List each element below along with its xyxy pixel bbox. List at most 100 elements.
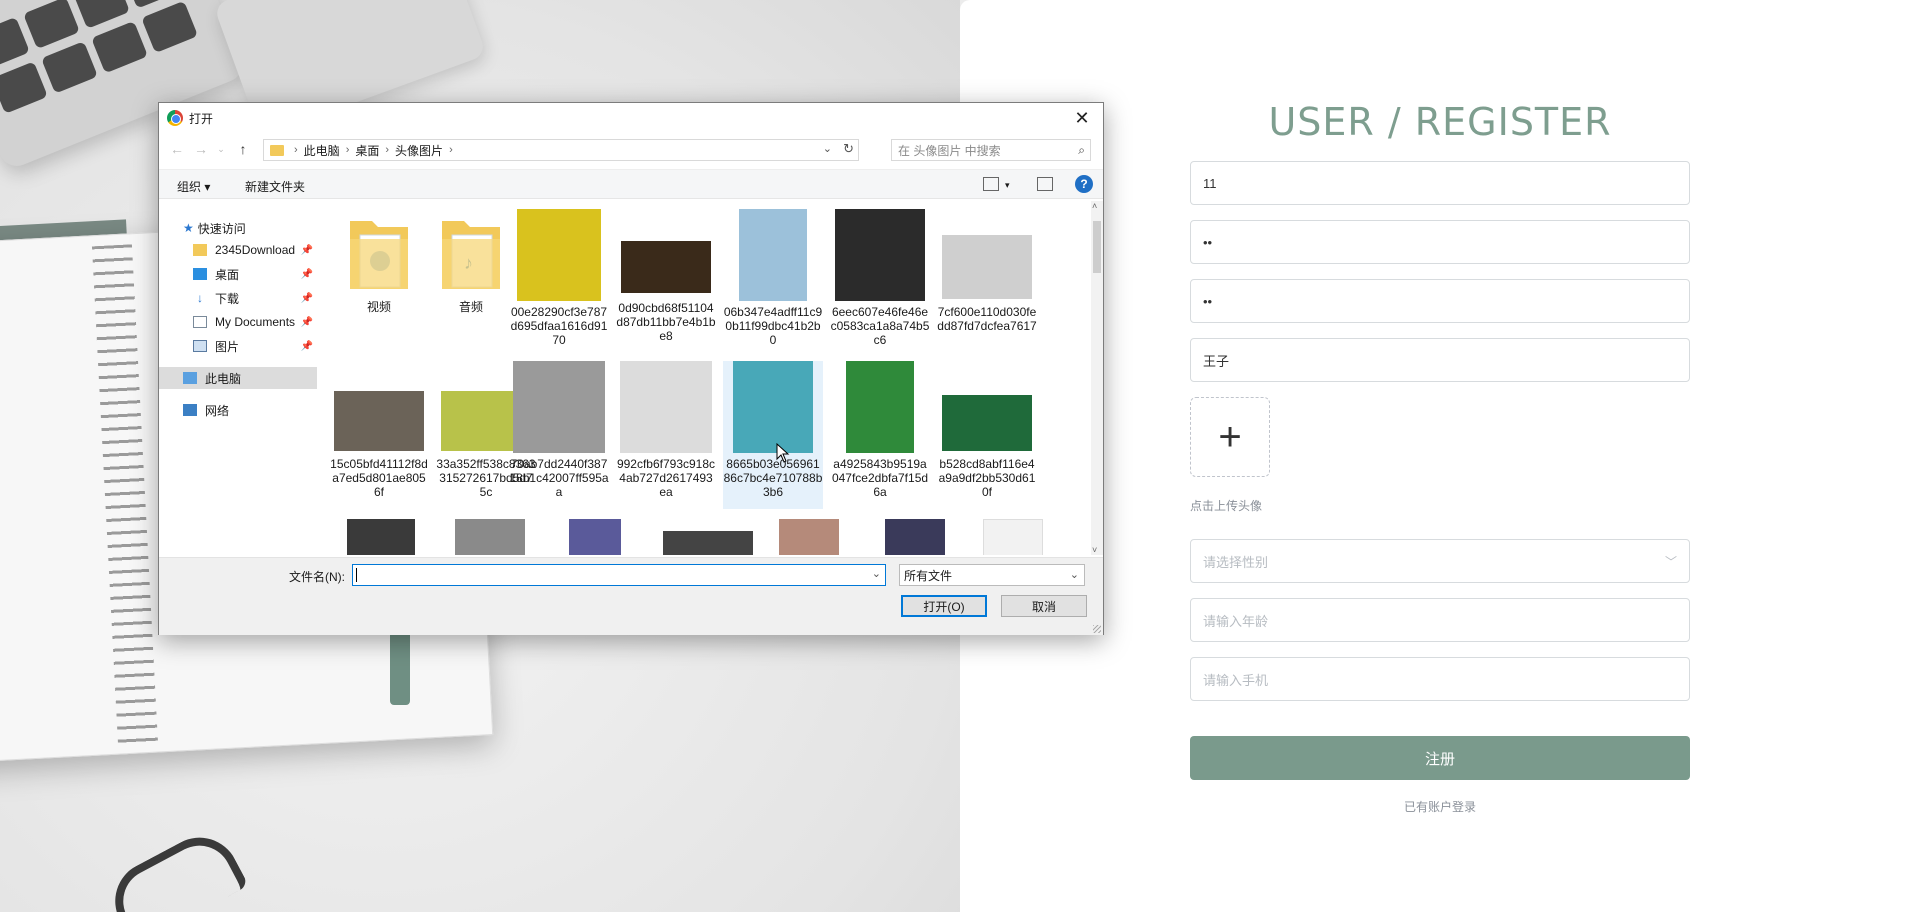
- resize-grip[interactable]: [1093, 625, 1101, 633]
- file-tile[interactable]: ♪ 音频: [421, 209, 521, 314]
- breadcrumb-avatar-folder[interactable]: 头像图片: [395, 142, 443, 159]
- image-thumbnail: [517, 209, 601, 301]
- confirm-password-input[interactable]: ••: [1190, 279, 1690, 323]
- nav-item-my-documents[interactable]: My Documents 📌: [193, 311, 317, 333]
- pin-icon: 📌: [300, 292, 313, 304]
- pin-icon: 📌: [300, 340, 313, 352]
- desktop-icon: [193, 268, 207, 280]
- nav-item-pictures[interactable]: 图片 📌: [193, 335, 317, 357]
- file-tile[interactable]: 992cfb6f793c918c4ab727d2617493ea: [616, 361, 716, 499]
- new-folder-button[interactable]: 新建文件夹: [245, 178, 305, 195]
- image-thumbnail[interactable]: [885, 519, 945, 555]
- username-input[interactable]: 11: [1190, 161, 1690, 205]
- breadcrumb-this-pc[interactable]: 此电脑: [304, 142, 340, 159]
- organize-button[interactable]: 组织 ▾: [177, 178, 210, 195]
- image-thumbnail: [620, 361, 712, 453]
- nav-network[interactable]: 网络: [183, 399, 229, 421]
- chrome-icon: [167, 110, 183, 126]
- file-tile[interactable]: 6eec607e46fe46ec0583ca1a8a74b5c6: [830, 209, 930, 347]
- login-link[interactable]: 已有账户登录: [1190, 798, 1690, 815]
- nav-item-2345download[interactable]: 2345Download 📌: [193, 239, 317, 261]
- file-tile[interactable]: 15c05bfd41112f8da7ed5d801ae8056f: [329, 361, 429, 499]
- file-tile-selected[interactable]: 8665b03e05696186c7bc4e710788b3b6: [723, 361, 823, 509]
- folder-icon: [193, 244, 207, 256]
- scroll-down-icon[interactable]: ˅: [1092, 545, 1097, 555]
- nav-item-downloads[interactable]: ↓ 下载 📌: [193, 287, 317, 309]
- back-icon[interactable]: ←: [167, 141, 187, 159]
- pin-icon: 📌: [300, 244, 313, 256]
- nav-this-pc[interactable]: 此电脑: [159, 367, 317, 389]
- file-tile[interactable]: b528cd8abf116e4a9a9df2bb530d610f: [937, 361, 1037, 499]
- scrollbar-thumb[interactable]: [1093, 221, 1101, 273]
- address-row: ← → ⌄ ↑ › 此电脑 › 桌面 › 头像图片 › ⌄ ↻ 在 头像图片 中…: [159, 135, 1103, 165]
- phone-input[interactable]: 请输入手机: [1190, 657, 1690, 701]
- avatar-upload[interactable]: +: [1190, 397, 1270, 477]
- nav-item-desktop[interactable]: 桌面 📌: [193, 263, 317, 285]
- image-thumbnail[interactable]: [779, 519, 839, 555]
- file-open-dialog: 打开 ✕ ← → ⌄ ↑ › 此电脑 › 桌面 › 头像图片 › ⌄ ↻ 在 头…: [158, 102, 1104, 635]
- plus-icon: +: [1218, 415, 1242, 459]
- image-thumbnail: [334, 391, 424, 451]
- scroll-up-icon[interactable]: ˄: [1092, 201, 1097, 211]
- address-bar[interactable]: › 此电脑 › 桌面 › 头像图片 › ⌄ ↻: [263, 139, 859, 161]
- pictures-icon: [193, 340, 207, 352]
- scrollbar[interactable]: ˄ ˅: [1091, 201, 1103, 555]
- image-thumbnail[interactable]: [347, 519, 415, 555]
- refresh-icon[interactable]: ↻: [843, 141, 854, 157]
- gender-select[interactable]: 请选择性别 ﹀: [1190, 539, 1690, 583]
- open-button[interactable]: 打开(O): [901, 595, 987, 617]
- file-tile[interactable]: 00e28290cf3e787d695dfaa1616d9170: [509, 209, 609, 347]
- age-input[interactable]: 请输入年龄: [1190, 598, 1690, 642]
- nickname-input[interactable]: 王子: [1190, 338, 1690, 382]
- filename-input[interactable]: ⌄: [352, 564, 886, 586]
- view-dropdown-icon[interactable]: ▾: [1005, 180, 1010, 191]
- file-tile[interactable]: 0d90cbd68f51104d87db11bb7e4b1be8: [616, 209, 716, 343]
- document-file-icon[interactable]: [983, 519, 1043, 555]
- video-folder-icon: [350, 221, 408, 289]
- image-thumbnail: [846, 361, 914, 453]
- up-icon[interactable]: ↑: [233, 141, 253, 159]
- password-input[interactable]: ••: [1190, 220, 1690, 264]
- network-icon: [183, 404, 197, 416]
- image-thumbnail: [942, 395, 1032, 451]
- file-tile[interactable]: 70ab7dd2440f38718b1c42007ff595aa: [509, 361, 609, 499]
- nav-quick-access[interactable]: ★ 快速访问: [183, 217, 246, 239]
- dialog-footer: 文件名(N): ⌄ 所有文件 ⌄ 打开(O) 取消: [159, 557, 1103, 635]
- close-icon[interactable]: ✕: [1069, 105, 1095, 131]
- register-button[interactable]: 注册: [1190, 736, 1690, 780]
- view-options-icon[interactable]: [983, 177, 999, 191]
- search-input[interactable]: 在 头像图片 中搜索 ⌕: [891, 139, 1091, 161]
- document-icon: [193, 316, 207, 328]
- image-thumbnail[interactable]: [455, 519, 525, 555]
- chevron-down-icon: ﹀: [1664, 554, 1677, 569]
- chevron-down-icon: ⌄: [1069, 569, 1079, 581]
- preview-pane-icon[interactable]: [1037, 177, 1053, 191]
- address-dropdown-icon[interactable]: ⌄: [823, 142, 832, 155]
- image-thumbnail[interactable]: [663, 531, 753, 555]
- search-icon: ⌕: [1078, 142, 1085, 157]
- recent-dropdown-icon[interactable]: ⌄: [211, 144, 231, 162]
- image-thumbnail: [513, 361, 605, 453]
- image-thumbnail: [621, 241, 711, 293]
- mouse-cursor: [776, 443, 790, 463]
- image-thumbnail: [835, 209, 925, 301]
- file-tile[interactable]: 视频: [329, 209, 429, 314]
- folder-icon: [270, 144, 284, 156]
- computer-icon: [183, 372, 197, 384]
- star-icon: ★: [183, 221, 194, 235]
- file-tile[interactable]: 7cf600e110d030fedd87fd7dcfea7617: [937, 209, 1037, 333]
- filetype-select[interactable]: 所有文件 ⌄: [899, 564, 1085, 586]
- breadcrumb-desktop[interactable]: 桌面: [355, 142, 379, 159]
- dialog-title: 打开: [189, 111, 214, 126]
- image-thumbnail[interactable]: [569, 519, 621, 555]
- file-tile[interactable]: a4925843b9519a047fce2dbfa7f15d6a: [830, 361, 930, 499]
- file-list: 视频 ♪ 音频 00e28290cf3e787d695dfaa1616d9170…: [329, 201, 1091, 555]
- chevron-down-icon[interactable]: ⌄: [872, 567, 881, 580]
- cancel-button[interactable]: 取消: [1001, 595, 1087, 617]
- file-tile[interactable]: 06b347e4adff11c90b11f99dbc41b2b0: [723, 209, 823, 347]
- pin-icon: 📌: [300, 316, 313, 328]
- upload-hint: 点击上传头像: [1190, 499, 1263, 513]
- navigation-pane: ★ 快速访问 2345Download 📌 桌面 📌 ↓ 下载 📌 My Doc…: [159, 201, 317, 555]
- help-icon[interactable]: ?: [1075, 175, 1093, 193]
- forward-icon[interactable]: →: [191, 141, 211, 159]
